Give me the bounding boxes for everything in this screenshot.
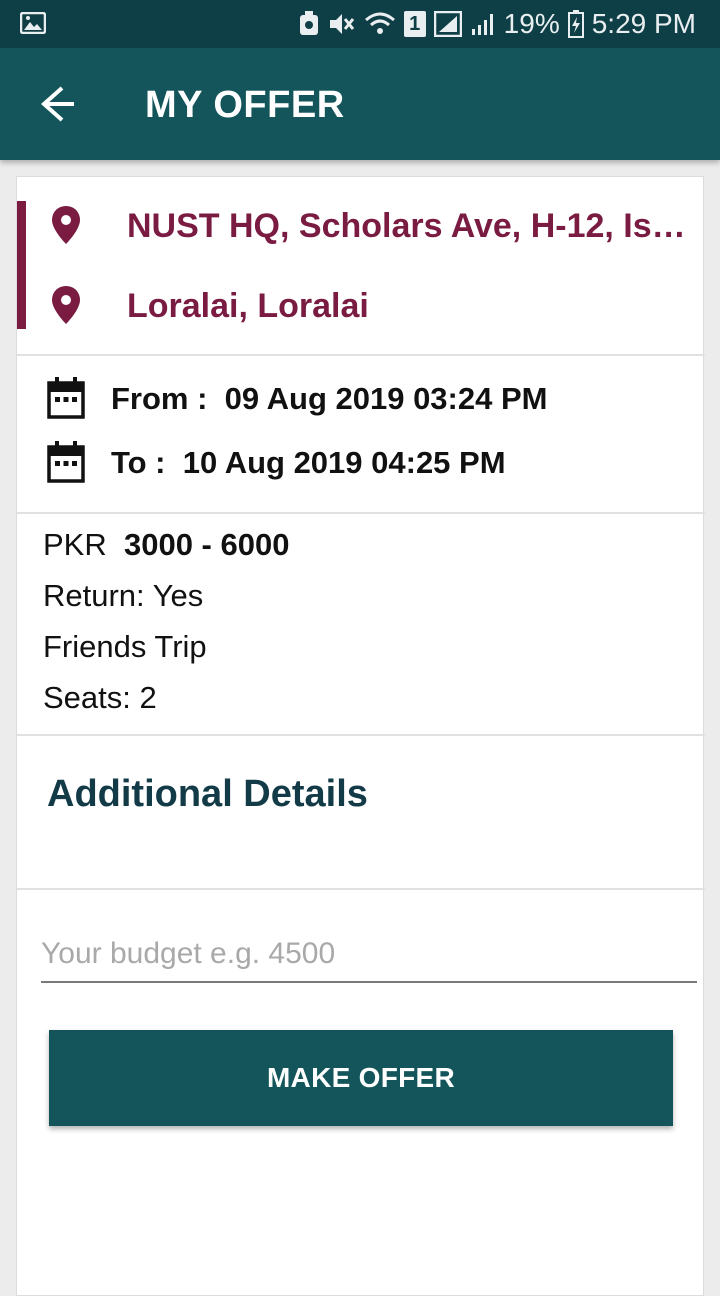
price-range: 3000 - 6000 [123,527,290,562]
divider [17,734,705,736]
pickup-row: NUST HQ, Scholars Ave, H-12, Islamabad [49,205,689,245]
battery-charging-icon [567,10,584,38]
divider [17,888,705,890]
signal-icon [433,11,462,37]
from-date-label: From : 09 Aug 2019 03:24 PM [111,381,548,416]
currency: PKR [43,527,107,562]
calendar-icon [47,441,85,483]
status-bar: 1 19% 5:29 PM [0,0,720,48]
make-offer-button[interactable]: MAKE OFFER [49,1030,673,1126]
dropoff-row: Loralai, Loralai [49,285,689,325]
route-section: NUST HQ, Scholars Ave, H-12, Islamabad L… [17,201,705,329]
offer-card: NUST HQ, Scholars Ave, H-12, Islamabad L… [16,176,705,1296]
location-pin-icon [49,205,83,245]
to-date-label: To : 10 Aug 2019 04:25 PM [111,445,506,480]
to-date-row: To : 10 Aug 2019 04:25 PM [47,441,687,485]
battery-percent: 19% [503,8,560,39]
from-date-row: From : 09 Aug 2019 03:24 PM [47,377,687,421]
trip-type: Friends Trip [43,629,207,664]
divider [17,512,705,514]
image-icon [20,12,46,34]
to-date-value: 10 Aug 2019 04:25 PM [182,445,506,480]
from-date-value: 09 Aug 2019 03:24 PM [224,381,548,416]
arrow-back-icon[interactable] [30,82,82,126]
pickup-address: NUST HQ, Scholars Ave, H-12, Islamabad [127,207,687,245]
dropoff-address: Loralai, Loralai [127,287,369,325]
route-accent-bar [17,201,26,329]
app-bar: MY OFFER [0,48,720,160]
additional-details-title: Additional Details [47,773,368,815]
sim-1-icon: 1 [403,11,426,37]
return-text: Return: Yes [43,578,204,613]
status-icons: 1 19% 5:29 PM [298,0,696,48]
clock: 5:29 PM [591,8,696,39]
budget-input[interactable] [41,927,697,983]
location-pin-icon [49,285,83,325]
accessibility-icon [298,11,320,37]
seats-text: Seats: 2 [43,680,157,715]
price-line: PKR 3000 - 6000 [43,527,289,563]
calendar-icon [47,377,85,419]
divider [17,354,705,356]
mute-icon [328,11,356,37]
page-title: MY OFFER [145,84,345,126]
signal-icon [470,11,496,37]
wifi-icon [364,11,396,37]
